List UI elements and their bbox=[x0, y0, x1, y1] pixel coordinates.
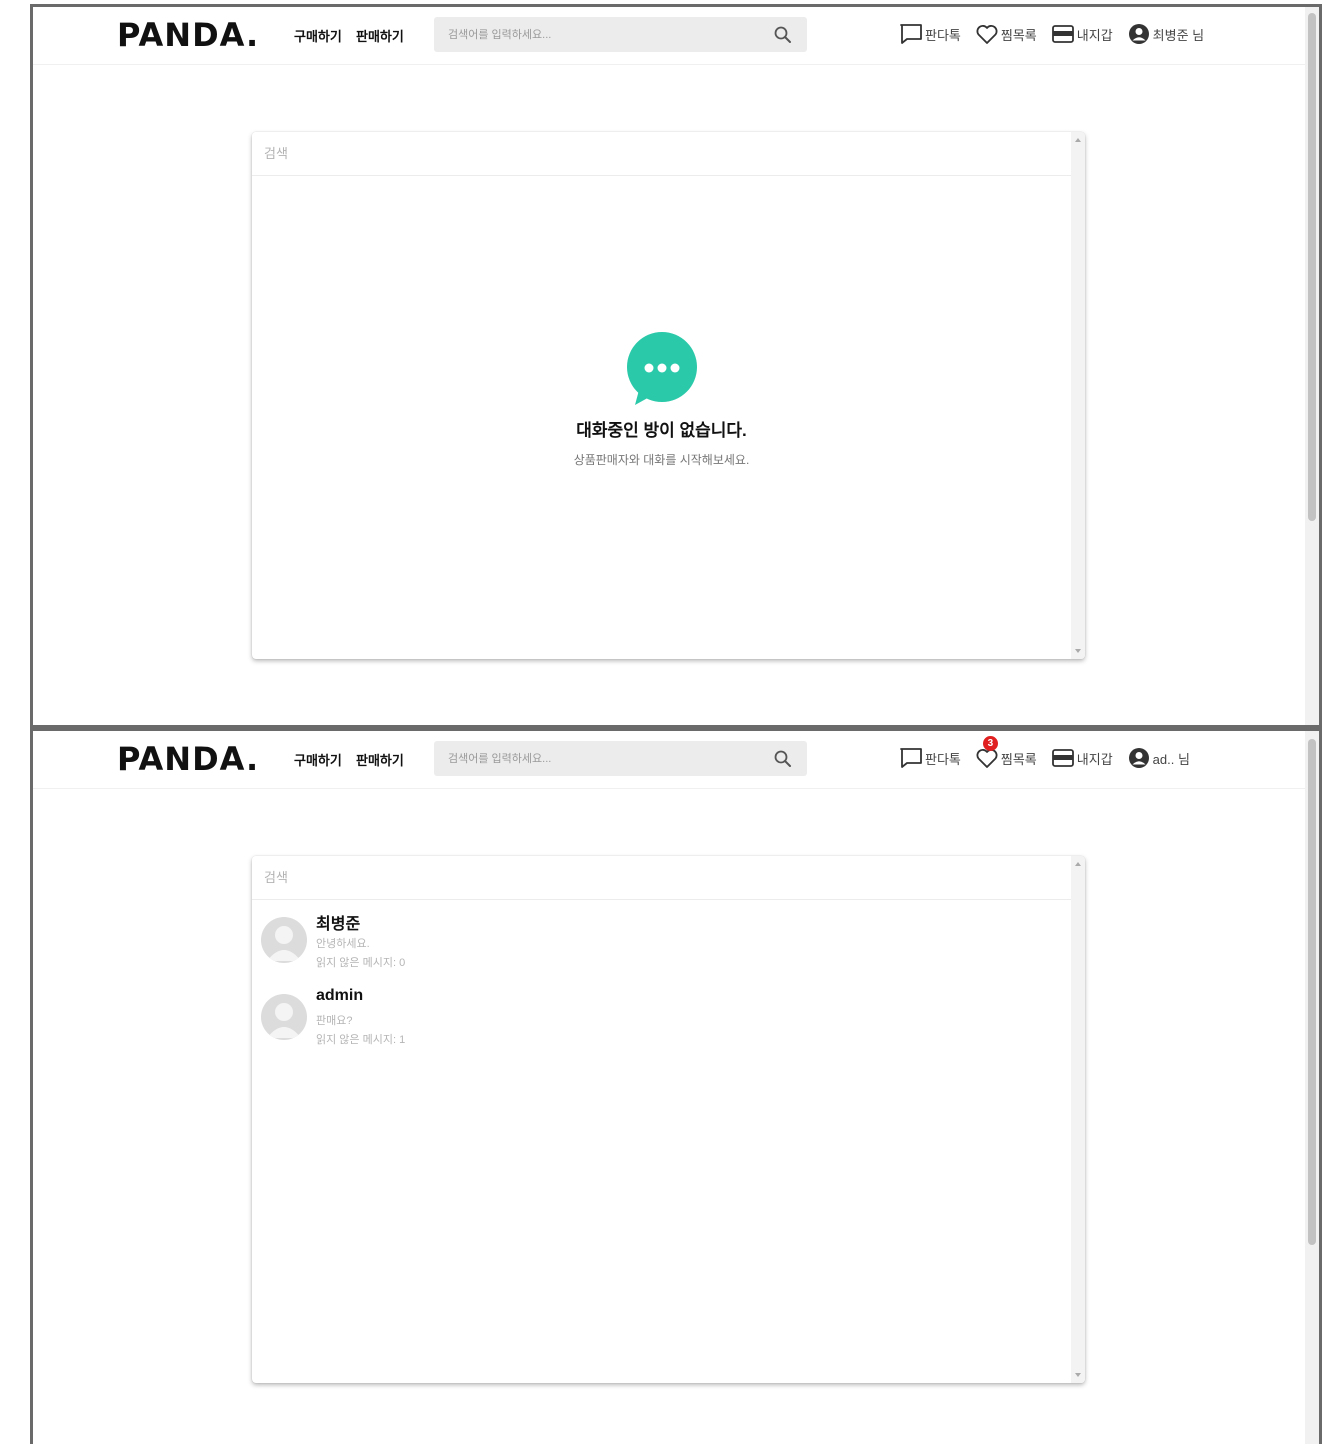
chat-room-name: admin bbox=[316, 987, 364, 1004]
wishlist-count-badge: 3 bbox=[982, 736, 998, 751]
nav-buy-link[interactable]: 구매하기 bbox=[294, 750, 342, 769]
search-icon[interactable] bbox=[773, 749, 793, 769]
top-header: PANDA. 구매하기 판매하기 판다톡 찜목록 내지갑 최병준 님 bbox=[33, 7, 1305, 65]
chat-room-unread-count: 읽지 않은 메시지: 1 bbox=[316, 1034, 406, 1046]
card-scrollbar[interactable] bbox=[1071, 132, 1085, 659]
page-scrollbar[interactable] bbox=[1305, 731, 1319, 1444]
screen-chat-list: PANDA. 구매하기 판매하기 판다톡 3 찜목록 내지갑 ad.. 님 bbox=[30, 728, 1322, 1444]
chat-room-unread-count: 읽지 않은 메시지: 0 bbox=[316, 957, 406, 969]
avatar-placeholder-icon bbox=[267, 926, 301, 961]
menu-user[interactable]: ad.. 님 bbox=[1127, 745, 1190, 771]
chat-room-item[interactable]: admin 판매요? 읽지 않은 메시지: 1 bbox=[252, 977, 1071, 1054]
menu-user[interactable]: 최병준 님 bbox=[1127, 21, 1204, 47]
menu-chat[interactable]: 판다톡 bbox=[899, 745, 961, 771]
menu-chat[interactable]: 판다톡 bbox=[899, 21, 961, 47]
search-icon[interactable] bbox=[773, 25, 793, 45]
avatar bbox=[261, 917, 307, 963]
chat-search-input[interactable] bbox=[252, 132, 1071, 176]
menu-wallet[interactable]: 내지갑 bbox=[1051, 745, 1113, 771]
panda-logo[interactable]: PANDA. bbox=[117, 740, 259, 778]
avatar-placeholder-icon bbox=[267, 1003, 301, 1038]
empty-subtitle: 상품판매자와 대화를 시작해보세요. bbox=[573, 453, 750, 467]
card-scrollbar[interactable] bbox=[1071, 856, 1085, 1383]
search-input[interactable] bbox=[448, 17, 758, 52]
empty-title: 대화중인 방이 없습니다. bbox=[576, 421, 747, 440]
user-menu: 판다톡 3 찜목록 내지갑 ad.. 님 bbox=[899, 736, 1204, 771]
header-search bbox=[434, 741, 807, 776]
chat-room-list-card: 최병준 안녕하세요. 읽지 않은 메시지: 0 admin 판매요? 읽지 않은… bbox=[252, 856, 1085, 1383]
chat-room-list: 최병준 안녕하세요. 읽지 않은 메시지: 0 admin 판매요? 읽지 않은… bbox=[252, 900, 1071, 1054]
empty-state: 대화중인 방이 없습니다. 상품판매자와 대화를 시작해보세요. bbox=[252, 332, 1071, 468]
chat-room-name: 최병준 bbox=[316, 916, 361, 933]
user-circle-icon bbox=[1128, 24, 1149, 44]
user-menu: 판다톡 찜목록 내지갑 최병준 님 bbox=[899, 21, 1218, 47]
heart-icon bbox=[976, 25, 998, 44]
user-name-label: ad.. 님 bbox=[1152, 751, 1190, 767]
menu-wishlist-label: 찜목록 bbox=[1000, 751, 1037, 767]
header-search bbox=[434, 17, 807, 52]
user-circle-icon bbox=[1128, 748, 1149, 768]
nav-sell-link[interactable]: 판매하기 bbox=[356, 750, 404, 769]
chat-dots-icon bbox=[626, 332, 697, 405]
user-name-label: 최병준 님 bbox=[1152, 27, 1205, 43]
wallet-icon bbox=[1051, 749, 1074, 767]
page-scrollbar[interactable] bbox=[1305, 7, 1319, 725]
top-header: PANDA. 구매하기 판매하기 판다톡 3 찜목록 내지갑 ad.. 님 bbox=[33, 731, 1305, 789]
menu-chat-label: 판다톡 bbox=[925, 751, 961, 767]
panda-logo[interactable]: PANDA. bbox=[117, 16, 259, 54]
nav-buy-link[interactable]: 구매하기 bbox=[294, 26, 342, 45]
chat-bubble-icon bbox=[900, 24, 922, 44]
menu-wishlist-label: 찜목록 bbox=[1000, 27, 1037, 43]
menu-wishlist[interactable]: 3 찜목록 bbox=[975, 736, 1037, 771]
menu-wishlist[interactable]: 찜목록 bbox=[975, 21, 1037, 47]
chat-room-item[interactable]: 최병준 안녕하세요. 읽지 않은 메시지: 0 bbox=[252, 900, 1071, 977]
search-input[interactable] bbox=[448, 741, 758, 776]
menu-wallet-label: 내지갑 bbox=[1076, 751, 1113, 767]
screen-empty-chat: PANDA. 구매하기 판매하기 판다톡 찜목록 내지갑 최병준 님 bbox=[30, 4, 1322, 728]
chat-bubble-icon bbox=[900, 748, 922, 768]
menu-wallet-label: 내지갑 bbox=[1076, 27, 1113, 43]
avatar bbox=[261, 994, 307, 1040]
chat-room-last-message: 판매요? bbox=[316, 1015, 353, 1027]
menu-wallet[interactable]: 내지갑 bbox=[1051, 21, 1113, 47]
chat-search-input[interactable] bbox=[252, 856, 1071, 900]
menu-chat-label: 판다톡 bbox=[925, 27, 961, 43]
wallet-icon bbox=[1051, 25, 1074, 43]
nav-sell-link[interactable]: 판매하기 bbox=[356, 26, 404, 45]
chat-room-list-card: 대화중인 방이 없습니다. 상품판매자와 대화를 시작해보세요. bbox=[252, 132, 1085, 659]
chat-room-last-message: 안녕하세요. bbox=[316, 938, 370, 950]
